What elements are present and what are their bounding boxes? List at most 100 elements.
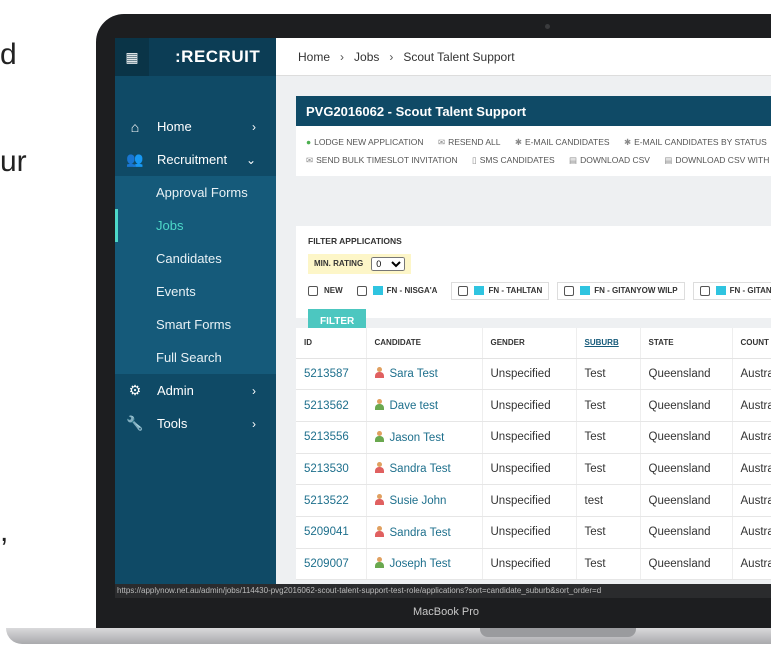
breadcrumb-home[interactable]: Home [298,50,330,64]
sidebar-item-full-search[interactable]: Full Search [115,341,276,374]
screen: ▦ :RECRUIT ⌂ Home › 👥 Recruitment ⌄ Appr… [115,38,771,598]
wrench-icon: 🔧 [126,415,144,431]
suburb-cell: Test [576,358,641,391]
person-icon [374,525,384,537]
country-cell: Austra [732,453,771,486]
table-row[interactable]: 5213587 Sara Test Unspecified Test Queenslan… [296,358,771,391]
checkbox-label: NEW [324,286,343,295]
color-swatch [715,286,726,295]
table-row[interactable]: 5213522 Susie John Unspecified test Queensla… [296,484,771,517]
email-by-status-button[interactable]: ✱ E-MAIL CANDIDATES BY STATUS [624,137,771,147]
suburb-cell: Test [576,453,641,486]
chevron-right-icon: › [252,119,256,134]
candidate-label: Joseph Test [389,558,451,571]
candidate-name[interactable]: Jason Test [366,421,483,454]
grid-menu-icon[interactable]: ▦ [115,38,149,76]
gender-cell: Unspecified [482,484,577,517]
download-csv-button[interactable]: ▤ DOWNLOAD CSV [569,155,656,165]
envelope-icon: ✉ [437,137,446,147]
plus-circle-icon: ● [306,137,312,147]
email-candidates-button[interactable]: ✱ E-MAIL CANDIDATES [515,137,616,147]
state-cell: Queensland [640,484,733,517]
application-id[interactable]: 5213522 [296,484,367,517]
lodge-application-button[interactable]: ● LODGE NEW APPLICATION [306,137,430,147]
main-content: Home › Jobs › Scout Talent Support PVG20… [276,38,771,598]
chevron-down-icon: ⌄ [245,152,256,167]
sidebar-item-candidates[interactable]: Candidates [115,242,276,275]
candidate-label: Sandra Test [389,526,451,539]
table-icon: ▤ [569,155,578,165]
min-rating-select[interactable]: 0 [371,256,406,271]
candidate-name[interactable]: Sandra Test [366,516,483,549]
sidebar-item-events[interactable]: Events [115,275,276,308]
filter-fn-tahltan[interactable]: FN - TAHLTAN [451,281,550,300]
download-csv-ai-button[interactable]: ▤ DOWNLOAD CSV WITH AI [664,155,771,165]
filter-fn-gitanyow-wilp[interactable]: FN - GITANYOW WILP [557,281,685,300]
phone-icon: ▯ [472,155,477,165]
checkbox[interactable] [564,285,575,296]
users-icon: 👥 [126,151,144,167]
job-panel: PVG2016062 - Scout Talent Support ● LODGE… [296,96,771,176]
checkbox[interactable] [699,285,710,296]
candidate-name[interactable]: Susie John [366,484,483,517]
application-id[interactable]: 5213562 [296,389,367,422]
column-gender: GENDER [482,328,577,359]
application-id[interactable]: 5213556 [296,421,367,454]
table-row[interactable]: 5209041 Sandra Test Unspecified Test Queensl… [296,516,771,549]
filter-fn-nisgaa[interactable]: FN - NISGA'A [356,285,437,296]
application-id[interactable]: 5209041 [296,516,367,549]
candidate-name[interactable]: Joseph Test [366,548,483,581]
table-row[interactable]: 5209007 Joseph Test Unspecified Test Queensl… [296,548,771,581]
job-title: PVG2016062 - Scout Talent Support [296,96,771,126]
status-url: https://applynow.net.au/admin/jobs/11443… [115,584,771,598]
action-label: DOWNLOAD CSV [580,155,650,165]
breadcrumb-jobs[interactable]: Jobs [354,50,379,64]
candidate-name[interactable]: Sandra Test [366,453,483,486]
sidebar-item-approval-forms[interactable]: Approval Forms [115,176,276,209]
checkbox[interactable] [356,285,367,296]
state-cell: Queensland [640,358,733,391]
application-id[interactable]: 5213530 [296,453,367,486]
checkbox[interactable] [458,285,469,296]
sidebar-item-recruitment[interactable]: 👥 Recruitment ⌄ [115,143,276,176]
sidebar-item-admin[interactable]: ⚙ Admin › [115,374,276,407]
color-swatch [580,286,591,295]
checkbox[interactable] [308,285,318,296]
action-label: LODGE NEW APPLICATION [314,137,424,147]
suburb-cell: test [576,484,641,517]
sms-candidates-button[interactable]: ▯ SMS CANDIDATES [472,155,561,165]
table-row[interactable]: 5213562 Dave test Unspecified Test Queenslan… [296,389,771,422]
column-suburb[interactable]: SUBURB [576,328,641,359]
sidebar-item-tools[interactable]: 🔧 Tools › [115,407,276,440]
filter-new[interactable]: NEW [308,285,343,296]
applications-table: ID CANDIDATE GENDER SUBURB STATE COUNT 5… [296,328,771,581]
checkbox-label: FN - TAHLTAN [488,286,543,295]
filter-fn-gitan[interactable]: FN - GITAN [692,281,771,300]
breadcrumb-separator-icon: › [389,49,394,64]
gender-cell: Unspecified [482,421,577,454]
action-label: E-MAIL CANDIDATES BY STATUS [634,137,767,147]
application-id[interactable]: 5213587 [296,358,367,391]
bulk-timeslot-button[interactable]: ✉ SEND BULK TIMESLOT INVITATION [306,155,464,165]
table-row[interactable]: 5213530 Sandra Test Unspecified Test Queensl… [296,453,771,486]
suburb-cell: Test [576,548,641,581]
person-icon [374,399,384,411]
person-icon [374,494,384,506]
candidate-label: Susie John [389,495,447,508]
sidebar-item-home[interactable]: ⌂ Home › [115,110,276,143]
job-actions: ● LODGE NEW APPLICATION ✉ RESEND ALL ✱ E-MA… [296,126,771,176]
resend-all-button[interactable]: ✉ RESEND ALL [438,137,507,147]
sidebar-item-jobs[interactable]: Jobs [115,209,276,242]
app-title[interactable]: :RECRUIT [175,47,260,67]
home-icon: ⌂ [130,118,140,135]
sidebar-item-smart-forms[interactable]: Smart Forms [115,308,276,341]
table-row[interactable]: 5213556 Jason Test Unspecified Test Queensla… [296,421,771,454]
column-candidate: CANDIDATE [366,328,483,359]
min-rating: MIN. RATING 0 [308,253,412,274]
candidate-name[interactable]: Dave test [366,389,483,422]
application-id[interactable]: 5209007 [296,548,367,581]
candidate-label: Sara Test [389,368,438,381]
action-label: E-MAIL CANDIDATES [525,137,610,147]
country-cell: Austra [732,484,771,517]
candidate-name[interactable]: Sara Test [366,358,483,391]
